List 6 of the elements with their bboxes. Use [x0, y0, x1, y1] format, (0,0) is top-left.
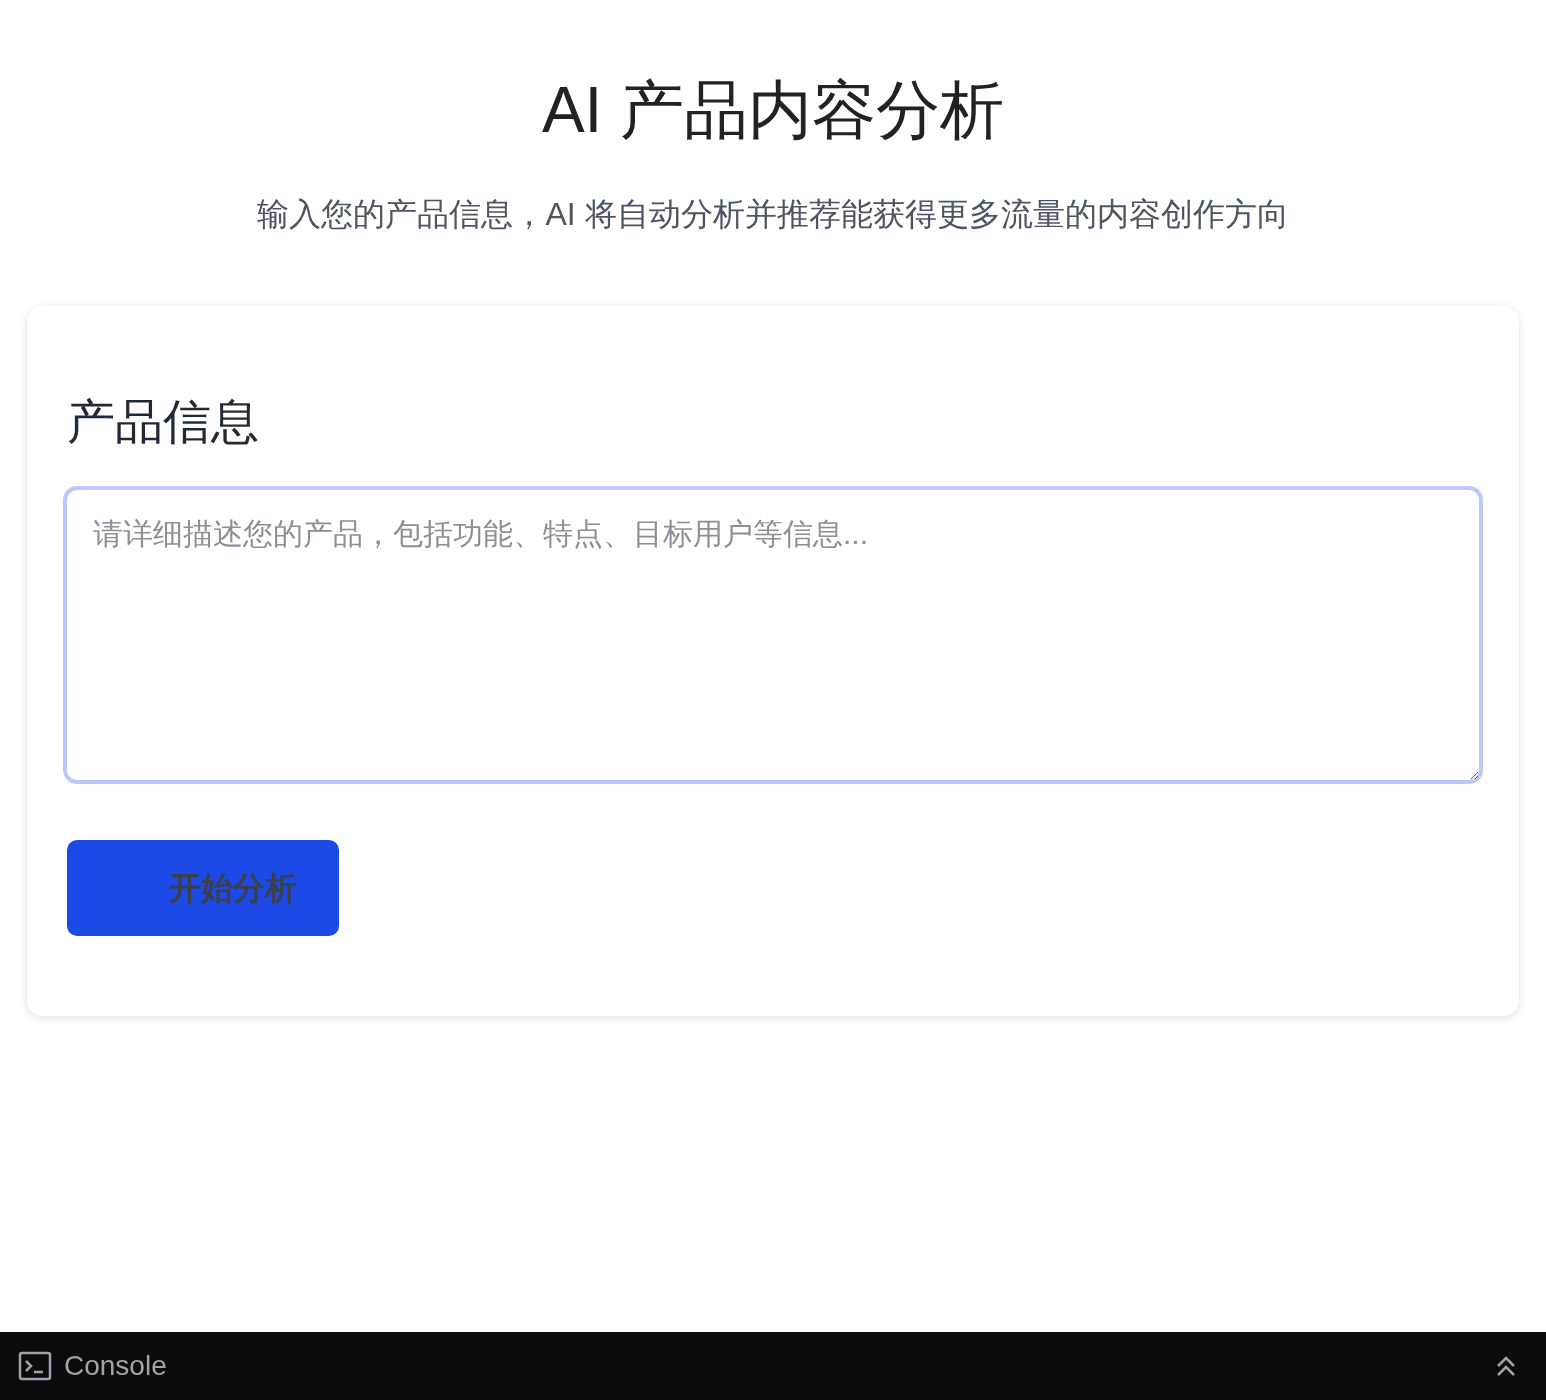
console-label[interactable]: Console	[64, 1345, 167, 1387]
page-title: AI 产品内容分析	[541, 73, 1005, 148]
terminal-icon	[18, 1351, 52, 1381]
description-field[interactable]: 请详细描述您的产品，包括功能、特点、目标用户等信息...	[63, 486, 1483, 784]
section-heading: 产品信息	[67, 394, 260, 450]
page-subtitle: 输入您的产品信息，AI 将自动分析并推荐能获得更多流量的内容创作方向	[257, 195, 1289, 234]
